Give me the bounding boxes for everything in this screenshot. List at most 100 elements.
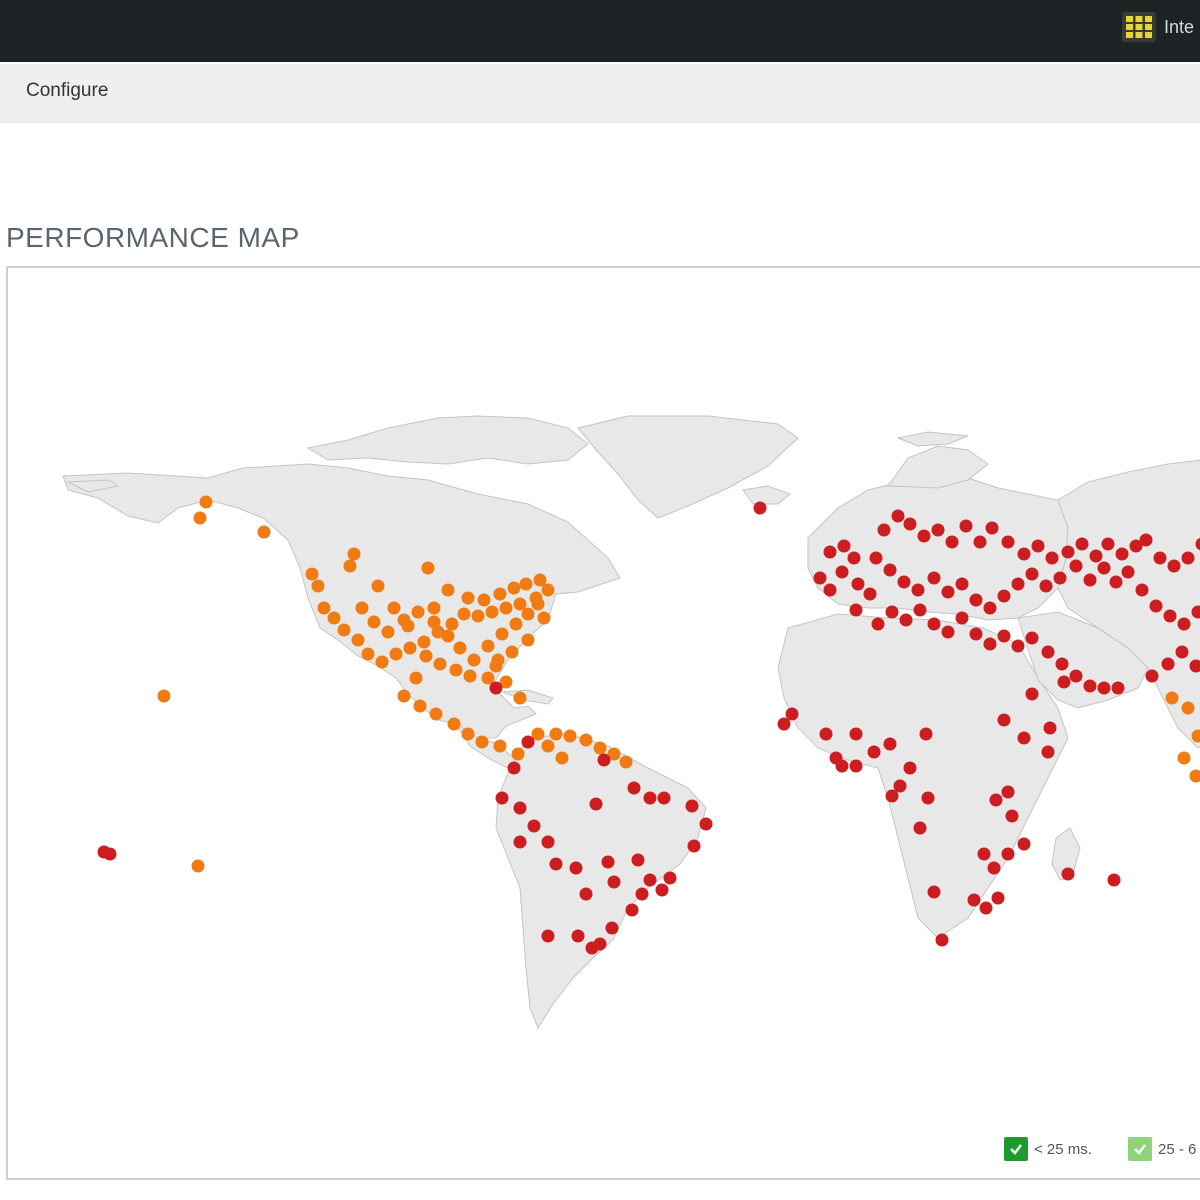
location-marker-orange[interactable] (593, 741, 607, 755)
location-marker-orange[interactable] (1165, 691, 1179, 705)
location-marker-orange[interactable] (449, 663, 463, 677)
location-marker-red[interactable] (863, 587, 877, 601)
location-marker-red[interactable] (1017, 547, 1031, 561)
location-marker-red[interactable] (569, 861, 583, 875)
location-marker-orange[interactable] (441, 629, 455, 643)
location-marker-orange[interactable] (461, 591, 475, 605)
location-marker-red[interactable] (699, 817, 713, 831)
location-marker-red[interactable] (1153, 551, 1167, 565)
location-marker-orange[interactable] (467, 653, 481, 667)
location-marker-red[interactable] (919, 727, 933, 741)
location-marker-red[interactable] (785, 707, 799, 721)
location-marker-red[interactable] (1061, 867, 1075, 881)
location-marker-orange[interactable] (579, 733, 593, 747)
location-marker-red[interactable] (867, 745, 881, 759)
location-marker-red[interactable] (967, 893, 981, 907)
location-marker-orange[interactable] (461, 727, 475, 741)
location-marker-orange[interactable] (367, 615, 381, 629)
location-marker-orange[interactable] (417, 635, 431, 649)
location-marker-red[interactable] (579, 887, 593, 901)
location-marker-red[interactable] (605, 921, 619, 935)
location-marker-red[interactable] (1001, 535, 1015, 549)
location-marker-orange[interactable] (445, 617, 459, 631)
location-marker-red[interactable] (1069, 669, 1083, 683)
location-marker-red[interactable] (941, 585, 955, 599)
location-marker-red[interactable] (913, 821, 927, 835)
location-marker-red[interactable] (911, 583, 925, 597)
location-marker-red[interactable] (877, 523, 891, 537)
location-marker-orange[interactable] (397, 689, 411, 703)
location-marker-red[interactable] (1167, 559, 1181, 573)
location-marker-red[interactable] (513, 835, 527, 849)
location-marker-orange[interactable] (427, 615, 441, 629)
legend-item-fast[interactable]: < 25 ms. (1004, 1136, 1092, 1162)
location-marker-red[interactable] (685, 799, 699, 813)
location-marker-red[interactable] (1177, 617, 1191, 631)
location-marker-red[interactable] (973, 535, 987, 549)
location-marker-red[interactable] (955, 577, 969, 591)
location-marker-orange[interactable] (375, 655, 389, 669)
location-marker-orange[interactable] (257, 525, 271, 539)
location-marker-orange[interactable] (521, 607, 535, 621)
location-marker-red[interactable] (1011, 639, 1025, 653)
location-marker-red[interactable] (997, 629, 1011, 643)
location-marker-orange[interactable] (1189, 769, 1200, 783)
location-marker-red[interactable] (1109, 575, 1123, 589)
location-marker-red[interactable] (585, 941, 599, 955)
location-marker-orange[interactable] (157, 689, 171, 703)
location-marker-red[interactable] (655, 883, 669, 897)
location-marker-orange[interactable] (447, 717, 461, 731)
legend-checkbox-fast[interactable] (1004, 1137, 1028, 1161)
location-marker-red[interactable] (1017, 731, 1031, 745)
location-marker-orange[interactable] (327, 611, 341, 625)
location-marker-red[interactable] (813, 571, 827, 585)
location-marker-red[interactable] (969, 627, 983, 641)
location-marker-red[interactable] (1111, 681, 1125, 695)
location-marker-orange[interactable] (193, 511, 207, 525)
location-marker-red[interactable] (819, 727, 833, 741)
location-marker-orange[interactable] (463, 669, 477, 683)
location-marker-red[interactable] (1075, 537, 1089, 551)
location-marker-orange[interactable] (433, 657, 447, 671)
location-marker-red[interactable] (983, 637, 997, 651)
location-marker-red[interactable] (979, 901, 993, 915)
location-marker-orange[interactable] (513, 691, 527, 705)
location-marker-orange[interactable] (389, 647, 403, 661)
location-marker-red[interactable] (1181, 551, 1195, 565)
world-map[interactable] (8, 268, 1200, 1178)
location-marker-red[interactable] (835, 565, 849, 579)
location-marker-red[interactable] (601, 855, 615, 869)
location-marker-red[interactable] (985, 521, 999, 535)
location-marker-orange[interactable] (343, 559, 357, 573)
location-marker-orange[interactable] (507, 581, 521, 595)
location-marker-orange[interactable] (531, 597, 545, 611)
location-marker-red[interactable] (1083, 573, 1097, 587)
location-marker-red[interactable] (1031, 539, 1045, 553)
location-marker-orange[interactable] (355, 601, 369, 615)
location-marker-orange[interactable] (361, 647, 375, 661)
location-marker-orange[interactable] (403, 641, 417, 655)
location-marker-orange[interactable] (511, 747, 525, 761)
location-marker-red[interactable] (549, 857, 563, 871)
location-marker-red[interactable] (983, 601, 997, 615)
location-marker-red[interactable] (903, 517, 917, 531)
location-marker-red[interactable] (927, 617, 941, 631)
legend-item-medium[interactable]: 25 - 6 (1128, 1136, 1196, 1162)
location-marker-red[interactable] (571, 929, 585, 943)
location-marker-red[interactable] (1053, 571, 1067, 585)
location-marker-red[interactable] (1005, 809, 1019, 823)
location-marker-red[interactable] (1001, 847, 1015, 861)
location-marker-red[interactable] (851, 577, 865, 591)
location-marker-orange[interactable] (409, 671, 423, 685)
location-marker-red[interactable] (1011, 577, 1025, 591)
location-marker-red[interactable] (589, 797, 603, 811)
location-marker-red[interactable] (541, 835, 555, 849)
location-marker-orange[interactable] (337, 623, 351, 637)
location-marker-red[interactable] (903, 761, 917, 775)
location-marker-orange[interactable] (475, 735, 489, 749)
location-marker-red[interactable] (507, 761, 521, 775)
location-marker-red[interactable] (1083, 679, 1097, 693)
location-marker-red[interactable] (837, 539, 851, 553)
location-marker-red[interactable] (927, 571, 941, 585)
location-marker-red[interactable] (1175, 645, 1189, 659)
